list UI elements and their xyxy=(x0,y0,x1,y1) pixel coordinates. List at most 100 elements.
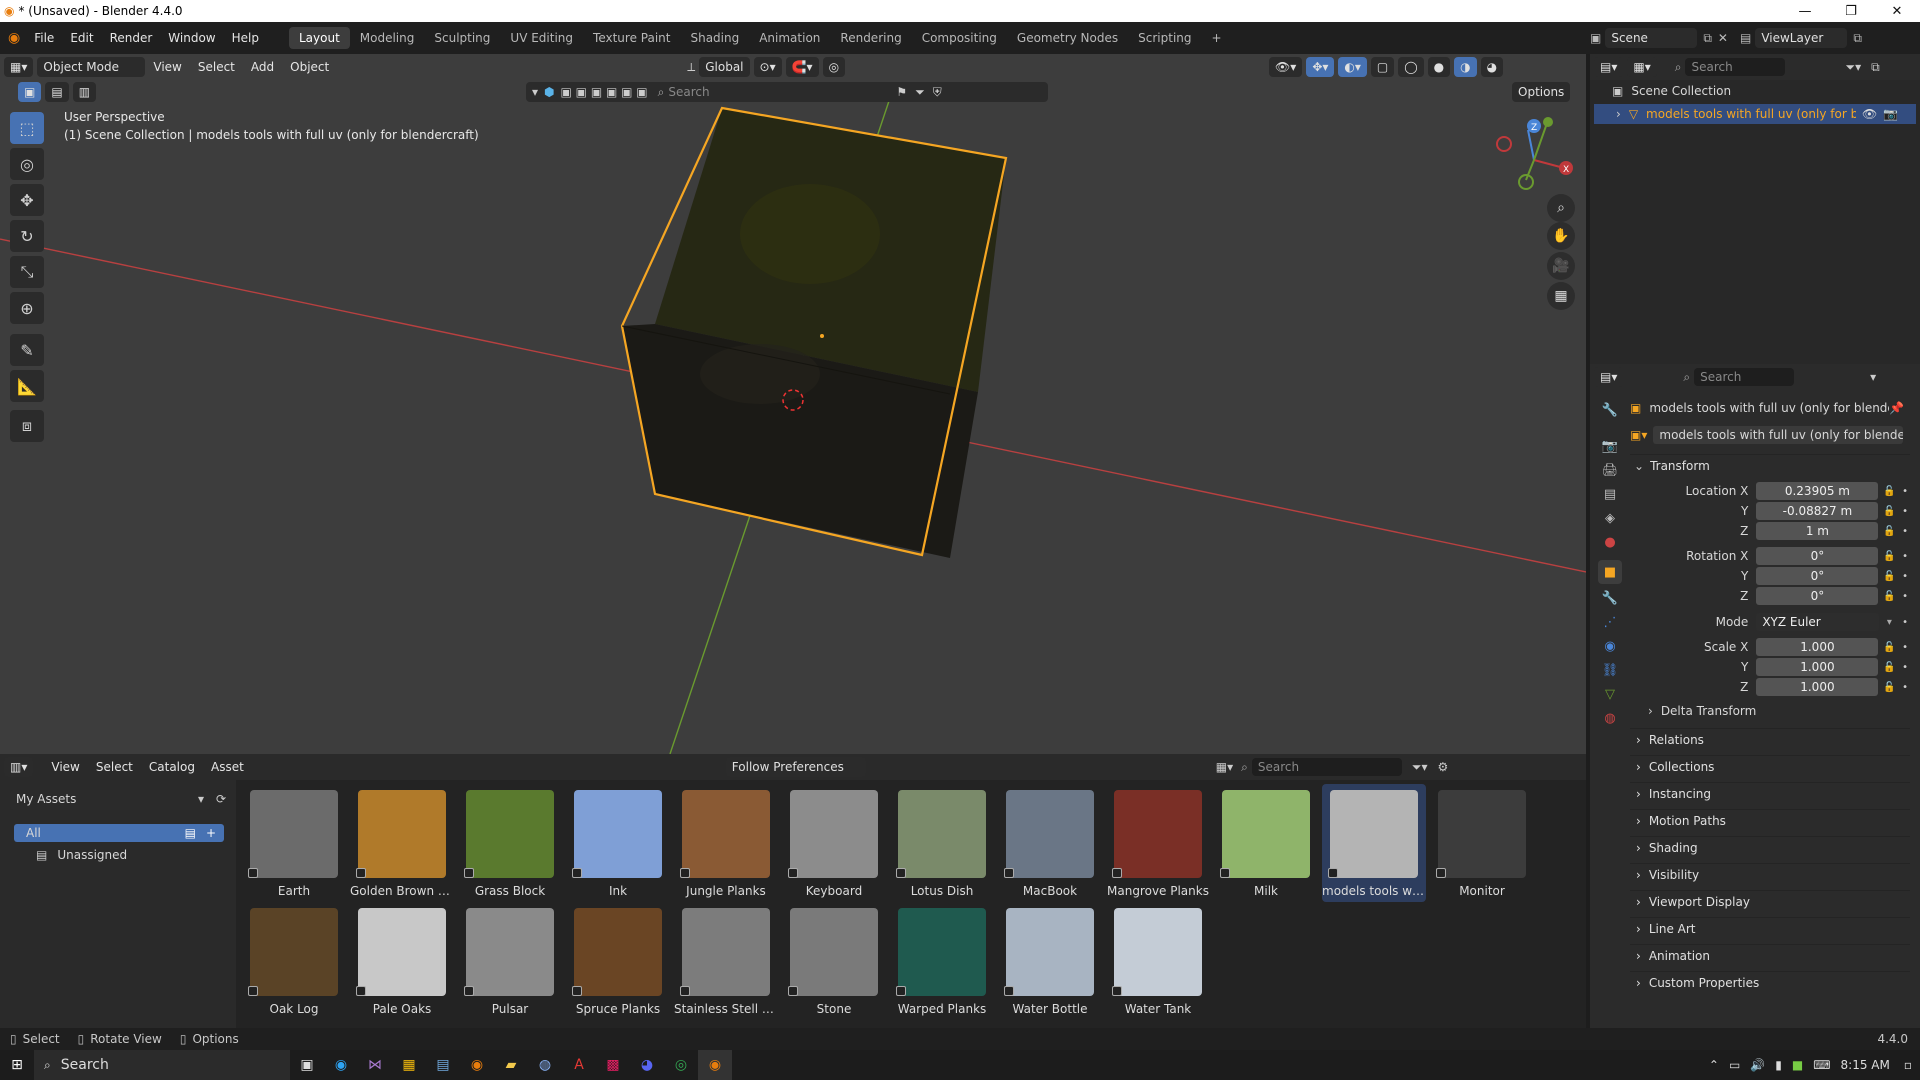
new-collection-icon[interactable]: ⧉ xyxy=(1871,60,1880,75)
eye-icon[interactable]: 👁 xyxy=(1862,107,1877,121)
outliner-editor-type[interactable]: ▤▾ xyxy=(1594,57,1624,77)
tool-cursor[interactable]: ◎ xyxy=(10,148,44,180)
asset-search-input[interactable]: Search xyxy=(1251,758,1402,776)
photos-icon[interactable]: ▩ xyxy=(596,1050,630,1080)
lock-icon[interactable]: 🔓 xyxy=(1878,662,1900,673)
delta-transform-header[interactable]: › Delta Transform xyxy=(1648,704,1756,718)
chrome-icon[interactable]: ◎ xyxy=(664,1050,698,1080)
display-mode-selector[interactable]: ▦▾ xyxy=(1627,57,1657,77)
discord-icon[interactable]: ◕ xyxy=(630,1050,664,1080)
options-button[interactable]: Options xyxy=(1512,82,1571,102)
scene-selector[interactable]: Scene xyxy=(1605,28,1698,48)
asset-menu-catalog[interactable]: Catalog xyxy=(141,760,203,774)
asset-checkbox[interactable] xyxy=(572,868,582,878)
shading-solid-button[interactable]: ● xyxy=(1427,57,1451,77)
funnel-icon[interactable]: ⏷ xyxy=(915,85,925,100)
asset-item[interactable]: models tools with... xyxy=(1322,784,1426,902)
network-icon[interactable]: ▭ xyxy=(1729,1058,1740,1072)
object-name-field[interactable]: models tools with full uv (only for blen… xyxy=(1653,426,1904,444)
object-type-icon[interactable]: ⬢ xyxy=(544,85,554,99)
tab-layout[interactable]: Layout xyxy=(288,27,350,49)
xray-toggle[interactable]: ▢ xyxy=(1370,57,1395,77)
asset-thumbnail[interactable] xyxy=(790,908,878,996)
proportional-edit-toggle[interactable]: ◎ xyxy=(822,57,846,77)
object-type-icon[interactable]: ▣▾ xyxy=(1630,428,1647,442)
delete-scene-icon[interactable]: ✕ xyxy=(1718,31,1728,45)
asset-item[interactable]: Milk xyxy=(1214,784,1318,902)
viewport-menu-add[interactable]: Add xyxy=(243,60,282,74)
battery-icon[interactable]: ▮ xyxy=(1775,1058,1782,1072)
calculator-icon[interactable]: ▤ xyxy=(426,1050,460,1080)
tool-scale[interactable]: ⤡ xyxy=(10,256,44,288)
view-layer-tab-icon[interactable]: ▤ xyxy=(1598,482,1622,506)
asset-item[interactable]: Golden Brown Fri... xyxy=(350,784,454,902)
camera-icon[interactable]: 📷 xyxy=(1883,107,1898,121)
asset-thumbnail[interactable] xyxy=(1114,790,1202,878)
filter-icon[interactable]: ⏷▾ xyxy=(1412,760,1428,775)
close-button[interactable]: ✕ xyxy=(1874,0,1920,22)
gizmo-toggle[interactable]: ✥▾ xyxy=(1306,57,1335,77)
3d-viewport[interactable]: ▦▾ Object Mode View Select Add Object ⟂ … xyxy=(0,54,1586,754)
pivot-selector[interactable]: ⊙▾ xyxy=(753,57,782,77)
tab-animation[interactable]: Animation xyxy=(749,27,830,49)
asset-thumbnail[interactable] xyxy=(1114,908,1202,996)
panel-custom-properties[interactable]: › Custom Properties xyxy=(1630,971,1910,993)
blender-active-icon[interactable]: ◉ xyxy=(698,1050,732,1080)
asset-thumbnail[interactable] xyxy=(898,908,986,996)
asset-item[interactable]: MacBook xyxy=(998,784,1102,902)
file-explorer-icon[interactable]: ▰ xyxy=(494,1050,528,1080)
properties-editor-type[interactable]: ▤▾ xyxy=(1594,367,1624,387)
add-workspace-button[interactable]: + xyxy=(1202,27,1232,49)
shading-wireframe-button[interactable]: ◯ xyxy=(1398,57,1424,77)
viewport-menu-view[interactable]: View xyxy=(145,60,189,74)
asset-item[interactable]: Grass Block xyxy=(458,784,562,902)
menu-edit[interactable]: Edit xyxy=(62,31,101,45)
asset-checkbox[interactable] xyxy=(788,986,798,996)
asset-item[interactable]: Oak Log xyxy=(242,902,346,1020)
asset-item[interactable]: Mangrove Planks xyxy=(1106,784,1210,902)
panel-motion-paths[interactable]: › Motion Paths xyxy=(1630,809,1910,831)
import-method-selector[interactable]: Follow Preferences xyxy=(725,757,866,777)
data-tab-icon[interactable]: ▽ xyxy=(1598,682,1622,706)
asset-menu-asset[interactable]: Asset xyxy=(203,760,252,774)
asset-item[interactable]: Warped Planks xyxy=(890,902,994,1020)
tab-sculpting[interactable]: Sculpting xyxy=(424,27,500,49)
visual-studio-icon[interactable]: ⋈ xyxy=(358,1050,392,1080)
panel-viewport-display[interactable]: › Viewport Display xyxy=(1630,890,1910,912)
minimize-button[interactable]: — xyxy=(1782,0,1828,22)
scale-x-field[interactable]: 1.000 xyxy=(1756,638,1879,656)
asset-item[interactable]: Earth xyxy=(242,784,346,902)
panel-line-art[interactable]: › Line Art xyxy=(1630,917,1910,939)
asset-checkbox[interactable] xyxy=(464,986,474,996)
rotation-mode-select[interactable]: XYZ Euler xyxy=(1756,613,1879,631)
zoom-icon[interactable]: ⌕ xyxy=(1547,194,1575,222)
asset-thumbnail[interactable] xyxy=(250,790,338,878)
location-z-field[interactable]: 1 m xyxy=(1756,522,1879,540)
tool-add-cube[interactable]: ⧈ xyxy=(10,410,44,442)
rotation-x-field[interactable]: 0° xyxy=(1756,547,1879,565)
scene-tab-icon[interactable]: ◈ xyxy=(1598,506,1622,530)
lock-icon[interactable]: 🔓 xyxy=(1878,571,1900,582)
taskbar-search[interactable]: ⌕ Search xyxy=(34,1050,290,1080)
asset-thumbnail[interactable] xyxy=(682,790,770,878)
navigation-gizmo[interactable]: X Z xyxy=(1488,116,1578,206)
tab-scripting[interactable]: Scripting xyxy=(1128,27,1201,49)
filter-mesh-icon[interactable]: ▣ ▣ ▣ ▣ ▣ ▣ xyxy=(561,85,648,99)
tool-annotate[interactable]: ✎ xyxy=(10,334,44,366)
lock-icon[interactable]: 🔓 xyxy=(1878,642,1900,653)
asset-checkbox[interactable] xyxy=(248,868,258,878)
viewport-menu-select[interactable]: Select xyxy=(190,60,243,74)
asset-menu-select[interactable]: Select xyxy=(88,760,141,774)
asset-thumbnail[interactable] xyxy=(898,790,986,878)
catalog-unassigned[interactable]: ▤ Unassigned xyxy=(36,848,127,862)
orientation-selector[interactable]: Global xyxy=(699,57,750,77)
tool-select-box[interactable]: ⬚ xyxy=(10,112,44,144)
menu-help[interactable]: Help xyxy=(224,31,267,45)
expand-chevron-icon[interactable]: › xyxy=(1616,107,1621,121)
lock-icon[interactable]: 🔓 xyxy=(1878,682,1900,693)
asset-checkbox[interactable] xyxy=(1112,868,1122,878)
blender-taskbar-icon[interactable]: ◉ xyxy=(460,1050,494,1080)
grid-view-icon[interactable]: ▦▾ xyxy=(1216,760,1233,774)
lock-icon[interactable]: 🔓 xyxy=(1878,486,1900,497)
snap-toggle[interactable]: 🧲▾ xyxy=(785,57,819,77)
